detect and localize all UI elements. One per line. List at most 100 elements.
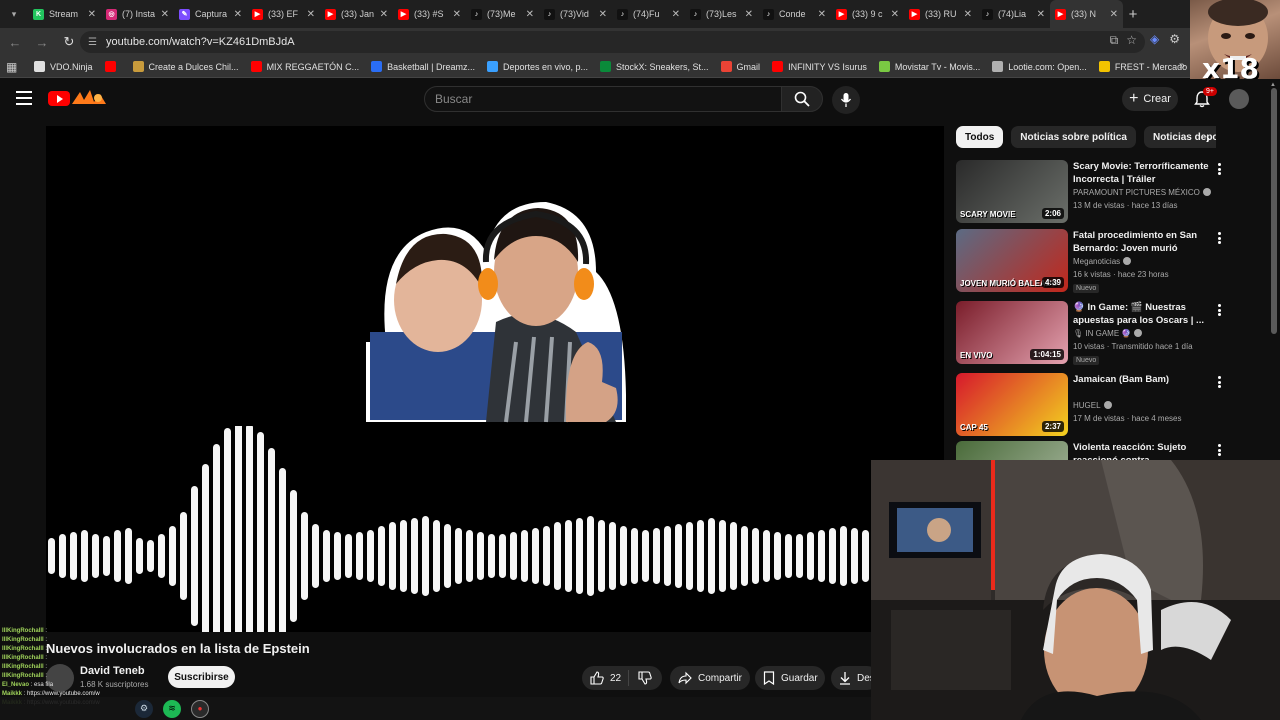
chips-next-arrow-icon[interactable]: ›: [1198, 128, 1218, 148]
bookmarks-bar: ▦ VDO.Ninja Create a Dulces Chil... MIX RE…: [0, 56, 1280, 78]
more-options-icon[interactable]: [1214, 443, 1224, 457]
filter-chip[interactable]: Todos: [956, 126, 1004, 148]
video-thumbnail[interactable]: CAP 45 2:37: [956, 373, 1068, 436]
apps-grid-icon[interactable]: ▦: [6, 60, 22, 74]
tab-close-icon[interactable]: ✕: [307, 9, 315, 20]
extension-icon[interactable]: ◈: [1150, 32, 1159, 46]
search-input[interactable]: Buscar: [424, 86, 782, 112]
video-thumbnail[interactable]: JOVEN MURIÓ BALEADO 4:39: [956, 229, 1068, 292]
address-bar[interactable]: ☰ youtube.com/watch?v=KZ461DmBJdA ⧉ ☆: [80, 31, 1145, 53]
recommended-video-title[interactable]: Scary Movie: Terroríficamente Incorrecta…: [1073, 160, 1209, 186]
bookmark-item[interactable]: Gmail: [720, 61, 760, 72]
tab-close-icon[interactable]: ✕: [161, 9, 169, 20]
tab-close-icon[interactable]: ✕: [1110, 9, 1118, 20]
browser-tab[interactable]: ▶ (33) RU ✕: [904, 0, 977, 28]
more-options-icon[interactable]: [1214, 303, 1224, 317]
steam-icon[interactable]: ⚙: [135, 699, 153, 718]
bookmark-item[interactable]: VDO.Ninja: [34, 61, 93, 72]
recommended-channel-name[interactable]: PARAMOUNT PICTURES MÉXICO: [1073, 188, 1211, 197]
tab-close-icon[interactable]: ✕: [453, 9, 461, 20]
tab-close-icon[interactable]: ✕: [745, 9, 753, 20]
browser-tab[interactable]: ♪ (73)Me ✕: [466, 0, 539, 28]
recommended-video[interactable]: CAP 45 2:37 Jamaican (Bam Bam) HUGEL 17 M de…: [956, 373, 1226, 437]
video-player[interactable]: [46, 126, 944, 632]
bookmark-item[interactable]: StockX: Sneakers, St...: [600, 61, 709, 72]
bookmark-star-icon[interactable]: ☆: [1126, 33, 1137, 48]
browser-tab[interactable]: ♪ (74)Fu ✕: [612, 0, 685, 28]
tab-close-icon[interactable]: ✕: [964, 9, 972, 20]
forward-button[interactable]: →: [30, 30, 54, 54]
browser-tab[interactable]: ▶ (33) 9 c ✕: [831, 0, 904, 28]
recommended-video[interactable]: JOVEN MURIÓ BALEADO 4:39 Fatal procedimien…: [956, 229, 1226, 293]
tab-close-icon[interactable]: ✕: [380, 9, 388, 20]
waveform-bar: [565, 520, 572, 592]
youtube-doodle-icon[interactable]: [70, 88, 108, 108]
spotify-icon[interactable]: ≋: [163, 699, 181, 718]
more-bookmarks-icon[interactable]: »: [1179, 60, 1185, 72]
browser-tab[interactable]: ▶ (33) EF ✕: [247, 0, 320, 28]
like-button[interactable]: 22: [582, 670, 630, 686]
recommended-channel-name[interactable]: Meganoticias: [1073, 257, 1132, 266]
tab-search-icon[interactable]: ▾: [0, 0, 28, 28]
browser-tab[interactable]: ♪ (73)Les ✕: [685, 0, 758, 28]
back-button[interactable]: ←: [3, 30, 27, 54]
filter-chip[interactable]: Noticias sobre política: [1011, 126, 1136, 148]
site-info-icon[interactable]: ☰: [88, 37, 97, 48]
search-button[interactable]: [781, 86, 823, 112]
share-button[interactable]: Compartir: [670, 666, 750, 690]
recommended-video-title[interactable]: Jamaican (Bam Bam): [1073, 373, 1209, 386]
browser-tab[interactable]: ♪ (73)Vid ✕: [539, 0, 612, 28]
recommended-video[interactable]: EN VIVO 1:04:15 🔮 In Game: 🎬 Nuestras apue…: [956, 301, 1226, 365]
create-button[interactable]: + Crear: [1122, 87, 1178, 111]
page-scrollbar[interactable]: [1271, 88, 1277, 334]
bookmark-item[interactable]: Create a Dulces Chil...: [132, 61, 239, 72]
recommended-channel-name[interactable]: 🎙 IN GAME 🔮: [1073, 329, 1143, 338]
new-tab-button[interactable]: +: [1123, 6, 1143, 23]
more-options-icon[interactable]: [1214, 375, 1224, 389]
save-button[interactable]: Guardar: [755, 666, 825, 690]
more-options-icon[interactable]: [1214, 231, 1224, 245]
browser-tab[interactable]: ◎ (7) Insta ✕: [101, 0, 174, 28]
dislike-button[interactable]: [629, 671, 658, 685]
subscribe-button[interactable]: Suscribirse: [168, 666, 235, 688]
tab-close-icon[interactable]: ✕: [526, 9, 534, 20]
bookmark-item[interactable]: INFINITY VS Isurus: [772, 61, 867, 72]
new-badge: Nuevo: [1073, 356, 1100, 365]
tab-close-icon[interactable]: ✕: [599, 9, 607, 20]
more-options-icon[interactable]: [1214, 162, 1224, 176]
tab-close-icon[interactable]: ✕: [818, 9, 826, 20]
bookmark-item[interactable]: Movistar Tv - Movis...: [878, 61, 980, 72]
video-thumbnail[interactable]: EN VIVO 1:04:15: [956, 301, 1068, 364]
voice-search-button[interactable]: [832, 86, 860, 114]
browser-tab[interactable]: ▶ (33) #S ✕: [393, 0, 466, 28]
tab-favicon-icon: ♪: [982, 8, 993, 20]
bookmark-item[interactable]: Deportes en vivo, p...: [486, 61, 588, 72]
tab-close-icon[interactable]: ✕: [234, 9, 242, 20]
tab-close-icon[interactable]: ✕: [88, 9, 96, 20]
video-thumbnail[interactable]: SCARY MOVIE 2:06: [956, 160, 1068, 223]
tab-close-icon[interactable]: ✕: [672, 9, 680, 20]
bookmark-item[interactable]: MIX REGGAETÓN C...: [250, 61, 359, 72]
extensions-puzzle-icon[interactable]: ⚙: [1169, 32, 1180, 46]
bookmark-item[interactable]: [104, 61, 121, 72]
tab-close-icon[interactable]: ✕: [1037, 9, 1045, 20]
bookmark-item[interactable]: Basketball | Dreamz...: [371, 61, 475, 72]
browser-tab[interactable]: ♪ Conde ✕: [758, 0, 831, 28]
recommended-video[interactable]: SCARY MOVIE 2:06 Scary Movie: Terroríficam…: [956, 160, 1226, 224]
browser-tab[interactable]: ▶ (33) Jan ✕: [320, 0, 393, 28]
menu-icon[interactable]: [16, 91, 32, 105]
recommended-video-title[interactable]: 🔮 In Game: 🎬 Nuestras apuestas para los …: [1073, 301, 1209, 327]
tab-close-icon[interactable]: ✕: [891, 9, 899, 20]
browser-tab[interactable]: K Stream ✕: [28, 0, 101, 28]
recommended-channel-name[interactable]: HUGEL: [1073, 401, 1112, 410]
install-app-icon[interactable]: ⧉: [1110, 33, 1119, 48]
account-avatar[interactable]: [1229, 89, 1249, 109]
bookmark-item[interactable]: Lootie.com: Open...: [992, 61, 1087, 72]
obs-icon[interactable]: ●: [191, 699, 209, 718]
recommended-video-title[interactable]: Fatal procedimiento en San Bernardo: Jov…: [1073, 229, 1209, 255]
browser-tab[interactable]: ♪ (74)Lia ✕: [977, 0, 1050, 28]
youtube-logo[interactable]: [48, 91, 70, 106]
browser-tab[interactable]: ✎ Captura ✕: [174, 0, 247, 28]
browser-tab[interactable]: ▶ (33) N ✕: [1050, 0, 1123, 28]
reload-button[interactable]: ↻: [57, 30, 81, 54]
